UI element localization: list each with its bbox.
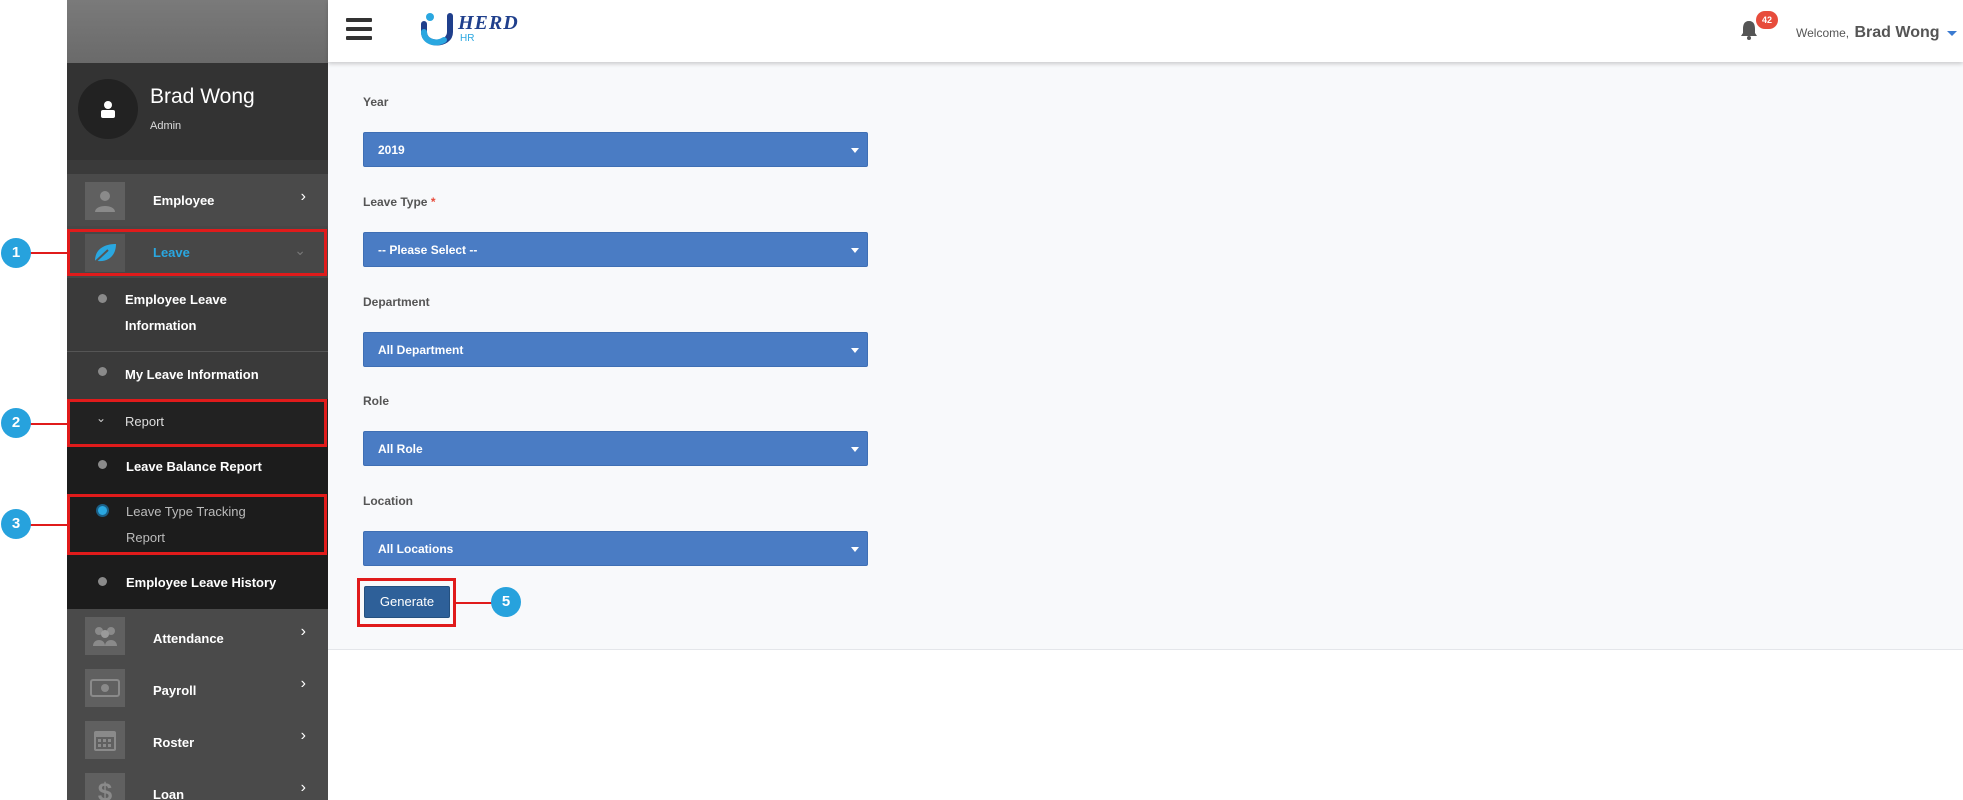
year-select[interactable]: 2019 [363, 132, 868, 167]
submenu-label: Employee Leave History [126, 575, 277, 590]
role-select[interactable]: All Role [363, 431, 868, 466]
annotation-leader [30, 423, 68, 425]
highlight-box-generate [357, 578, 456, 627]
logo[interactable]: HERD HR [420, 12, 519, 48]
sidebar-item-label: Employee [153, 193, 215, 208]
logo-main: HERD [458, 12, 519, 34]
highlight-box-leave [67, 229, 327, 276]
report-form: Year 2019 Leave Type * -- Please Select … [328, 62, 1963, 650]
chevron-right-icon: › [300, 623, 306, 640]
department-select[interactable]: All Department [363, 332, 868, 367]
submenu-label: Employee Leave Information [125, 287, 227, 339]
annotation-marker-2: 2 [1, 408, 31, 438]
avatar[interactable] [78, 79, 138, 139]
sidebar-item-roster[interactable]: Roster › [67, 713, 328, 765]
role-label: Role [363, 394, 390, 408]
leave-type-select[interactable]: -- Please Select -- [363, 232, 868, 267]
user-icon [101, 101, 115, 118]
location-value: All Locations [378, 542, 454, 556]
bullet-icon [98, 460, 107, 469]
profile-panel: Brad Wong Admin [67, 63, 328, 160]
sidebar-item-attendance[interactable]: Attendance › [67, 609, 328, 661]
calendar-icon [85, 721, 125, 759]
annotation-leader [30, 524, 68, 526]
sidebar-item-loan[interactable]: $ Loan › [67, 765, 328, 800]
menu-icon[interactable] [346, 18, 372, 40]
sidebar-item-employee[interactable]: Employee › [67, 174, 328, 226]
group-icon [85, 617, 125, 655]
caret-down-icon [851, 248, 859, 253]
submenu-label: Leave Balance Report [126, 459, 262, 474]
location-label: Location [363, 494, 413, 508]
department-value: All Department [378, 343, 464, 357]
submenu-label-line2: Information [125, 318, 197, 333]
leave-type-value: -- Please Select -- [378, 243, 478, 257]
profile-name: Brad Wong [150, 85, 255, 108]
money-icon [85, 669, 125, 707]
caret-down-icon [851, 547, 859, 552]
bullet-icon [98, 367, 107, 376]
submenu-my-leave-information[interactable]: My Leave Information [67, 352, 328, 399]
leave-type-label-text: Leave Type [363, 195, 428, 209]
annotation-marker-5: 5 [491, 587, 521, 617]
sidebar-item-label: Loan [153, 787, 185, 800]
submenu-label: My Leave Information [125, 367, 259, 382]
user-menu[interactable]: Welcome, Brad Wong [1796, 24, 1957, 42]
logo-text: HERD HR [458, 12, 519, 44]
topbar: HERD HR 42 Welcome, Brad Wong [328, 0, 1963, 62]
sidebar-item-payroll[interactable]: Payroll › [67, 661, 328, 713]
profile-role: Admin [150, 120, 182, 132]
annotation-leader [30, 252, 68, 254]
submenu-employee-leave-history[interactable]: Employee Leave History [67, 557, 328, 609]
year-label: Year [363, 95, 389, 109]
chevron-right-icon: › [300, 779, 306, 796]
user-name: Brad Wong [1854, 24, 1940, 41]
submenu-employee-leave-information[interactable]: Employee Leave Information [67, 278, 328, 351]
user-icon [85, 182, 125, 220]
submenu-label-line1: Employee Leave [125, 292, 227, 307]
chevron-right-icon: › [300, 675, 306, 692]
highlight-box-report [67, 399, 327, 447]
required-marker: * [430, 195, 436, 209]
sidebar-item-label: Attendance [153, 631, 224, 646]
bullet-icon [98, 294, 107, 303]
location-select[interactable]: All Locations [363, 531, 868, 566]
leave-type-label: Leave Type * [363, 195, 436, 209]
logo-icon [421, 13, 453, 46]
caret-down-icon [1946, 31, 1957, 37]
caret-down-icon [851, 148, 859, 153]
sidebar-item-label: Payroll [153, 683, 197, 698]
annotation-marker-1: 1 [1, 238, 31, 268]
annotation-marker-3: 3 [1, 509, 31, 539]
annotation-leader [456, 602, 492, 604]
caret-down-icon [851, 348, 859, 353]
caret-down-icon [851, 447, 859, 452]
year-value: 2019 [378, 143, 405, 157]
dollar-icon: $ [85, 773, 125, 800]
logo-sub: HR [460, 33, 475, 44]
chevron-right-icon: › [300, 188, 306, 205]
chevron-right-icon: › [300, 727, 306, 744]
sidebar-item-label: Roster [153, 735, 195, 750]
submenu-leave-balance-report[interactable]: Leave Balance Report [67, 446, 328, 491]
welcome-label: Welcome, [1796, 26, 1850, 40]
page: Brad Wong Admin Employee › Leave ⌄ Emplo… [0, 0, 1963, 800]
bullet-icon [98, 577, 107, 586]
role-value: All Role [378, 442, 423, 456]
highlight-box-leave-type-tracking [67, 494, 327, 555]
sidebar-top [67, 0, 328, 63]
department-label: Department [363, 295, 430, 309]
notification-badge: 42 [1756, 11, 1778, 29]
